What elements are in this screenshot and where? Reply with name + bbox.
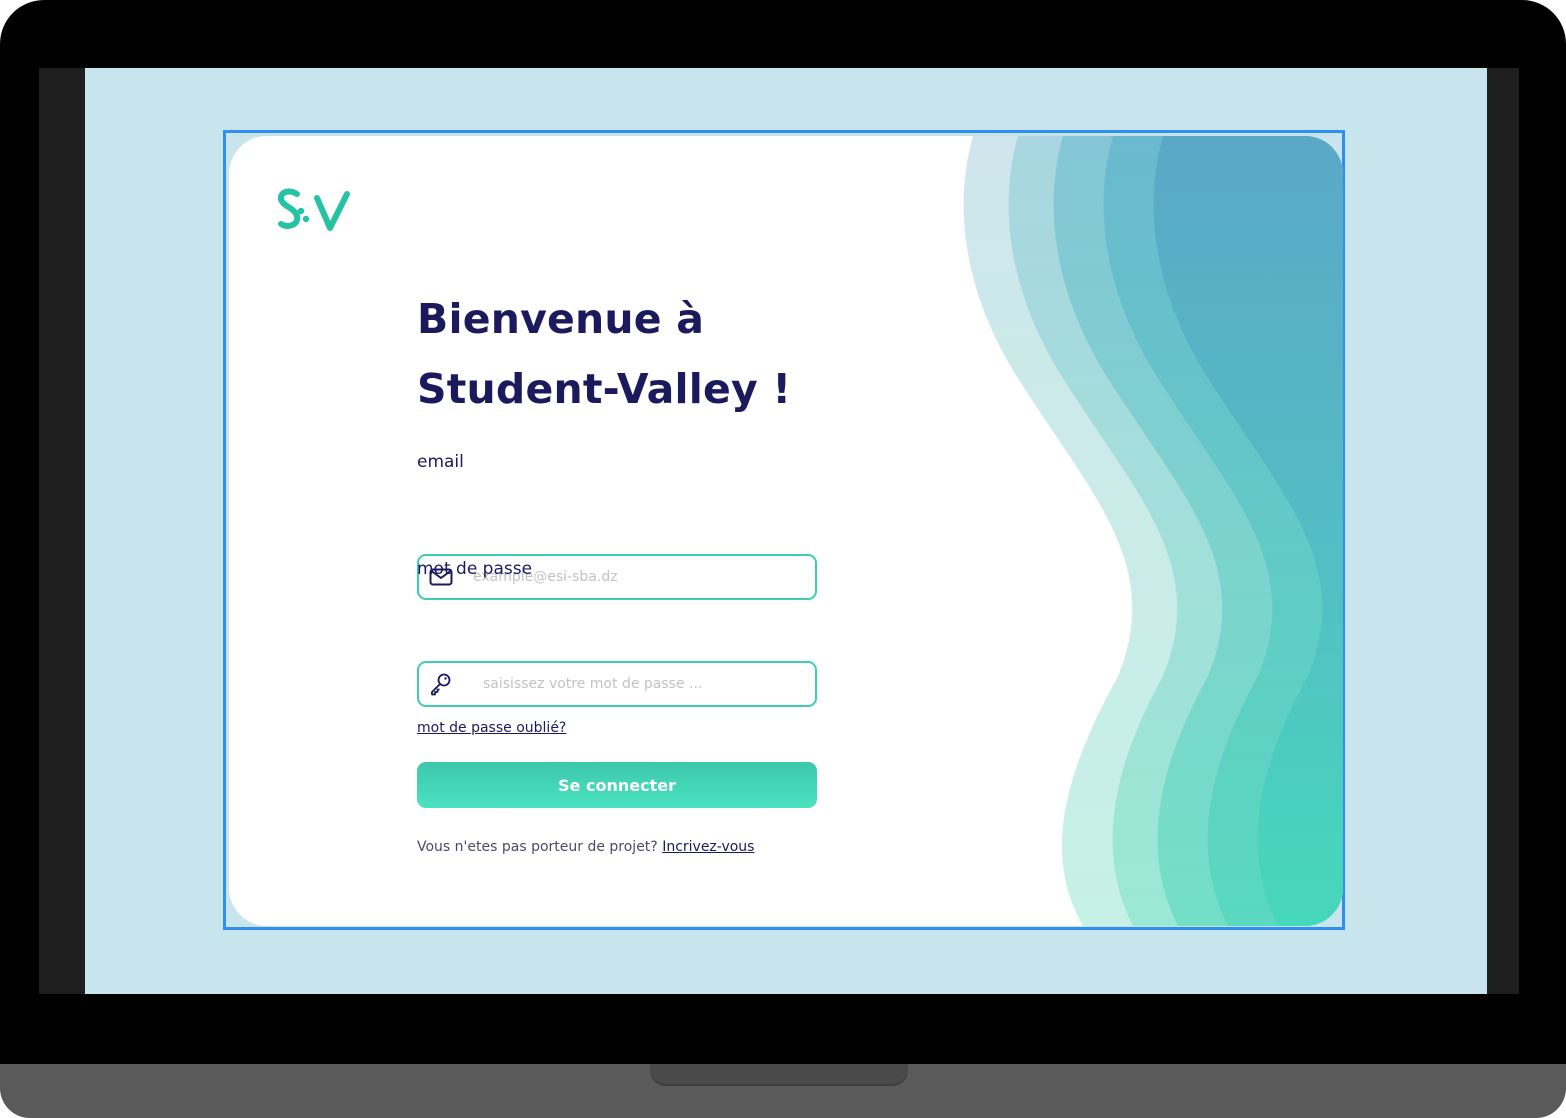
title-line-2: Student-Valley ! — [417, 365, 792, 413]
password-input[interactable] — [481, 675, 805, 693]
signup-prompt-text: Vous n'etes pas porteur de projet? — [417, 839, 658, 855]
email-label: email — [417, 452, 464, 472]
screen: Bienvenue à Student-Valley ! email mot d… — [85, 68, 1487, 994]
bezel-right — [1487, 68, 1519, 994]
signup-prompt: Vous n'etes pas porteur de projet? Incri… — [417, 839, 754, 855]
key-icon — [427, 672, 455, 696]
forgot-password-link[interactable]: mot de passe oublié? — [417, 720, 566, 736]
bezel-left — [39, 68, 85, 994]
signup-link[interactable]: Incrivez-vous — [662, 839, 754, 855]
login-card: Bienvenue à Student-Valley ! email mot d… — [229, 136, 1343, 926]
laptop-notch — [650, 1064, 908, 1086]
password-label: mot de passe — [417, 559, 533, 579]
page-title: Bienvenue à Student-Valley ! — [417, 284, 791, 424]
login-button[interactable]: Se connecter — [417, 762, 817, 808]
title-line-1: Bienvenue à — [417, 295, 705, 343]
wave-decoration — [963, 136, 1343, 926]
password-field[interactable] — [417, 661, 817, 707]
student-valley-logo — [277, 188, 350, 231]
